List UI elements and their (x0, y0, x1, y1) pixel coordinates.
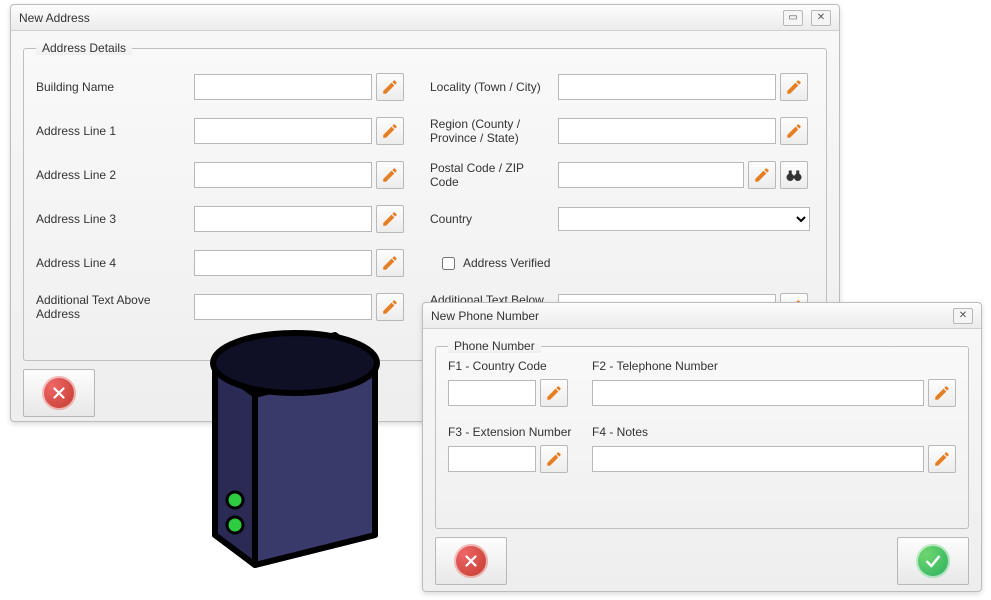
new-phone-window: New Phone Number ✕ Phone Number F1 - Cou… (422, 302, 982, 592)
titlebar: New Address ▭ ✕ (11, 5, 839, 31)
pencil-icon[interactable] (540, 379, 568, 407)
region-input[interactable] (558, 118, 776, 144)
additional-above-input[interactable] (194, 294, 372, 320)
pencil-icon[interactable] (376, 117, 404, 145)
building-name-input[interactable] (194, 74, 372, 100)
pencil-icon[interactable] (780, 73, 808, 101)
address-line4-label: Address Line 4 (36, 256, 186, 270)
address-verified-checkbox[interactable] (442, 257, 455, 270)
ok-button[interactable] (897, 537, 969, 585)
cancel-icon (42, 376, 76, 410)
phone-number-group: Phone Number F1 - Country Code F2 - Tele… (435, 339, 969, 529)
notes-input[interactable] (592, 446, 924, 472)
pencil-icon[interactable] (376, 205, 404, 233)
window-title: New Phone Number (431, 309, 539, 323)
region-label: Region (County / Province / State) (430, 117, 550, 146)
building-name-label: Building Name (36, 80, 186, 94)
postal-input[interactable] (558, 162, 744, 188)
extension-label: F3 - Extension Number (448, 425, 578, 439)
telephone-input[interactable] (592, 380, 924, 406)
pencil-icon[interactable] (928, 379, 956, 407)
address-verified-label: Address Verified (463, 256, 550, 270)
notes-label: F4 - Notes (592, 425, 956, 439)
address-line1-input[interactable] (194, 118, 372, 144)
titlebar: New Phone Number ✕ (423, 303, 981, 329)
ok-icon (916, 544, 950, 578)
country-code-input[interactable] (448, 380, 536, 406)
binoculars-icon[interactable] (780, 161, 808, 189)
address-line4-input[interactable] (194, 250, 372, 276)
pencil-icon[interactable] (376, 293, 404, 321)
restore-icon[interactable]: ▭ (783, 10, 803, 26)
address-line3-input[interactable] (194, 206, 372, 232)
cancel-button[interactable] (23, 369, 95, 417)
pencil-icon[interactable] (376, 249, 404, 277)
pencil-icon[interactable] (780, 117, 808, 145)
address-line3-label: Address Line 3 (36, 212, 186, 226)
cancel-icon (454, 544, 488, 578)
extension-input[interactable] (448, 446, 536, 472)
locality-input[interactable] (558, 74, 776, 100)
pencil-icon[interactable] (748, 161, 776, 189)
pencil-icon[interactable] (376, 73, 404, 101)
pencil-icon[interactable] (540, 445, 568, 473)
locality-label: Locality (Town / City) (430, 80, 550, 94)
address-line2-label: Address Line 2 (36, 168, 186, 182)
address-line2-input[interactable] (194, 162, 372, 188)
close-icon[interactable]: ✕ (953, 308, 973, 324)
pencil-icon[interactable] (928, 445, 956, 473)
group-title: Address Details (36, 41, 132, 55)
country-label: Country (430, 212, 550, 226)
country-select[interactable] (558, 207, 810, 231)
additional-above-label: Additional Text Above Address (36, 293, 186, 322)
address-line1-label: Address Line 1 (36, 124, 186, 138)
cancel-button[interactable] (435, 537, 507, 585)
group-title: Phone Number (448, 339, 541, 353)
close-icon[interactable]: ✕ (811, 10, 831, 26)
telephone-label: F2 - Telephone Number (592, 359, 956, 373)
country-code-label: F1 - Country Code (448, 359, 578, 373)
postal-label: Postal Code / ZIP Code (430, 161, 550, 190)
window-title: New Address (19, 11, 90, 25)
pencil-icon[interactable] (376, 161, 404, 189)
